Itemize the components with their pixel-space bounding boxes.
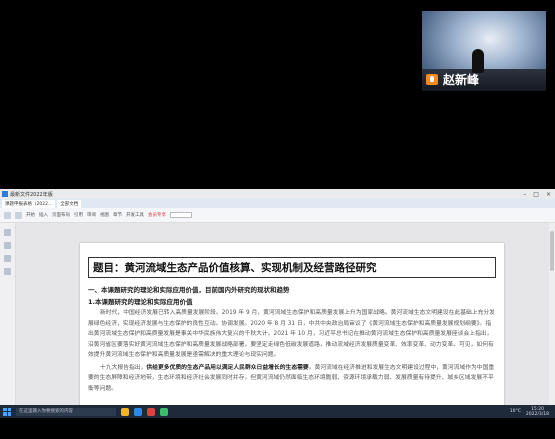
taskbar-search[interactable]: 在这里输入你要搜索的内容 — [16, 407, 116, 416]
tab-all-docs[interactable]: 全部文档 — [57, 200, 82, 208]
menu-member[interactable]: 会员专享 — [148, 212, 166, 218]
clock-date: 2022/3/18 — [525, 411, 549, 417]
menu-developer[interactable]: 开发工具 — [126, 212, 144, 218]
file-explorer-icon[interactable] — [121, 407, 129, 416]
save-icon[interactable] — [4, 211, 11, 219]
document-tabs: 课题申报表格（2022... 全部文档 — [0, 199, 555, 208]
section-heading: 一、本课题研究的理论和实际应用价值，目前国内外研究的现状和趋势 — [88, 286, 290, 294]
paragraph-2-bold: 供给更多优质的生态产品用以满足人民群众日益增长的生态需要 — [146, 364, 309, 371]
outline-icon[interactable] — [4, 255, 11, 262]
menu-chapter[interactable]: 章节 — [113, 212, 122, 218]
ribbon-toolbar: 开始 插入 页面布局 引用 审阅 视图 章节 开发工具 会员专享 — [0, 208, 555, 223]
paragraph-1: 新时代，中国经济发展已转入高质量发展阶段。2019 年 9 月，黄河流域生态保护… — [88, 310, 495, 358]
system-tray: 10°C 15:20 2022/3/18 — [510, 407, 555, 417]
wechat-icon[interactable] — [160, 407, 168, 416]
windows-taskbar: 在这里输入你要搜索的内容 10°C 15:20 2022/3/18 — [0, 405, 555, 418]
window-controls: – □ × — [523, 191, 555, 198]
find-icon[interactable] — [4, 268, 11, 275]
nav-icon[interactable] — [4, 229, 11, 236]
style-select[interactable] — [170, 212, 192, 218]
scroll-thumb[interactable] — [550, 231, 554, 271]
close-icon[interactable]: × — [546, 191, 551, 198]
document-title: 题目：黄河流域生态产品价值核算、实现机制及经营路径研究 — [88, 257, 496, 278]
menu-start[interactable]: 开始 — [26, 212, 35, 218]
paragraph-2-start: 十九大报告指出， — [100, 364, 147, 371]
minimize-icon[interactable]: – — [523, 191, 526, 198]
wps-icon[interactable] — [147, 407, 155, 416]
undo-icon[interactable] — [15, 211, 22, 219]
bookmark-icon[interactable] — [4, 242, 11, 249]
weather-temp[interactable]: 10°C — [510, 409, 521, 414]
paragraph-2: 十九大报告指出，供给更多优质的生态产品用以满足人民群众日益增长的生态需要。黄河流… — [88, 363, 496, 395]
app-icon — [2, 191, 8, 197]
left-sidebar — [0, 223, 16, 405]
windows-start-icon[interactable] — [3, 407, 11, 416]
screen: 赵新峰 最新文件2022年版 – □ × 课题申报表格（2022... 全部文档… — [0, 0, 555, 439]
menu-references[interactable]: 引用 — [74, 212, 83, 218]
tab-document[interactable]: 课题申报表格（2022... — [2, 200, 56, 208]
browser-icon[interactable] — [134, 407, 142, 416]
clock[interactable]: 15:20 2022/3/18 — [526, 407, 549, 417]
shared-document-window: 最新文件2022年版 – □ × 课题申报表格（2022... 全部文档 开始 … — [0, 189, 555, 405]
person-silhouette — [472, 49, 484, 73]
document-canvas: 题目：黄河流域生态产品价值核算、实现机制及经营路径研究 一、本课题研究的理论和实… — [16, 223, 555, 405]
participant-video-tile[interactable]: 赵新峰 — [422, 11, 546, 91]
participant-label: 赵新峰 — [426, 71, 479, 88]
mic-icon[interactable] — [426, 74, 438, 85]
menu-review[interactable]: 审阅 — [87, 212, 96, 218]
menu-layout[interactable]: 页面布局 — [52, 212, 70, 218]
menu-view[interactable]: 视图 — [100, 212, 109, 218]
vertical-scrollbar[interactable] — [549, 223, 555, 405]
document-page[interactable]: 题目：黄河流域生态产品价值核算、实现机制及经营路径研究 一、本课题研究的理论和实… — [80, 243, 504, 405]
subsection-heading: 1.本课题研究的理论和实际应用价值 — [88, 298, 193, 306]
participant-name: 赵新峰 — [443, 73, 480, 87]
title-bar: 最新文件2022年版 – □ × — [0, 189, 555, 199]
maximize-icon[interactable]: □ — [533, 191, 539, 198]
window-title: 最新文件2022年版 — [10, 191, 53, 198]
menu-insert[interactable]: 插入 — [39, 212, 48, 218]
